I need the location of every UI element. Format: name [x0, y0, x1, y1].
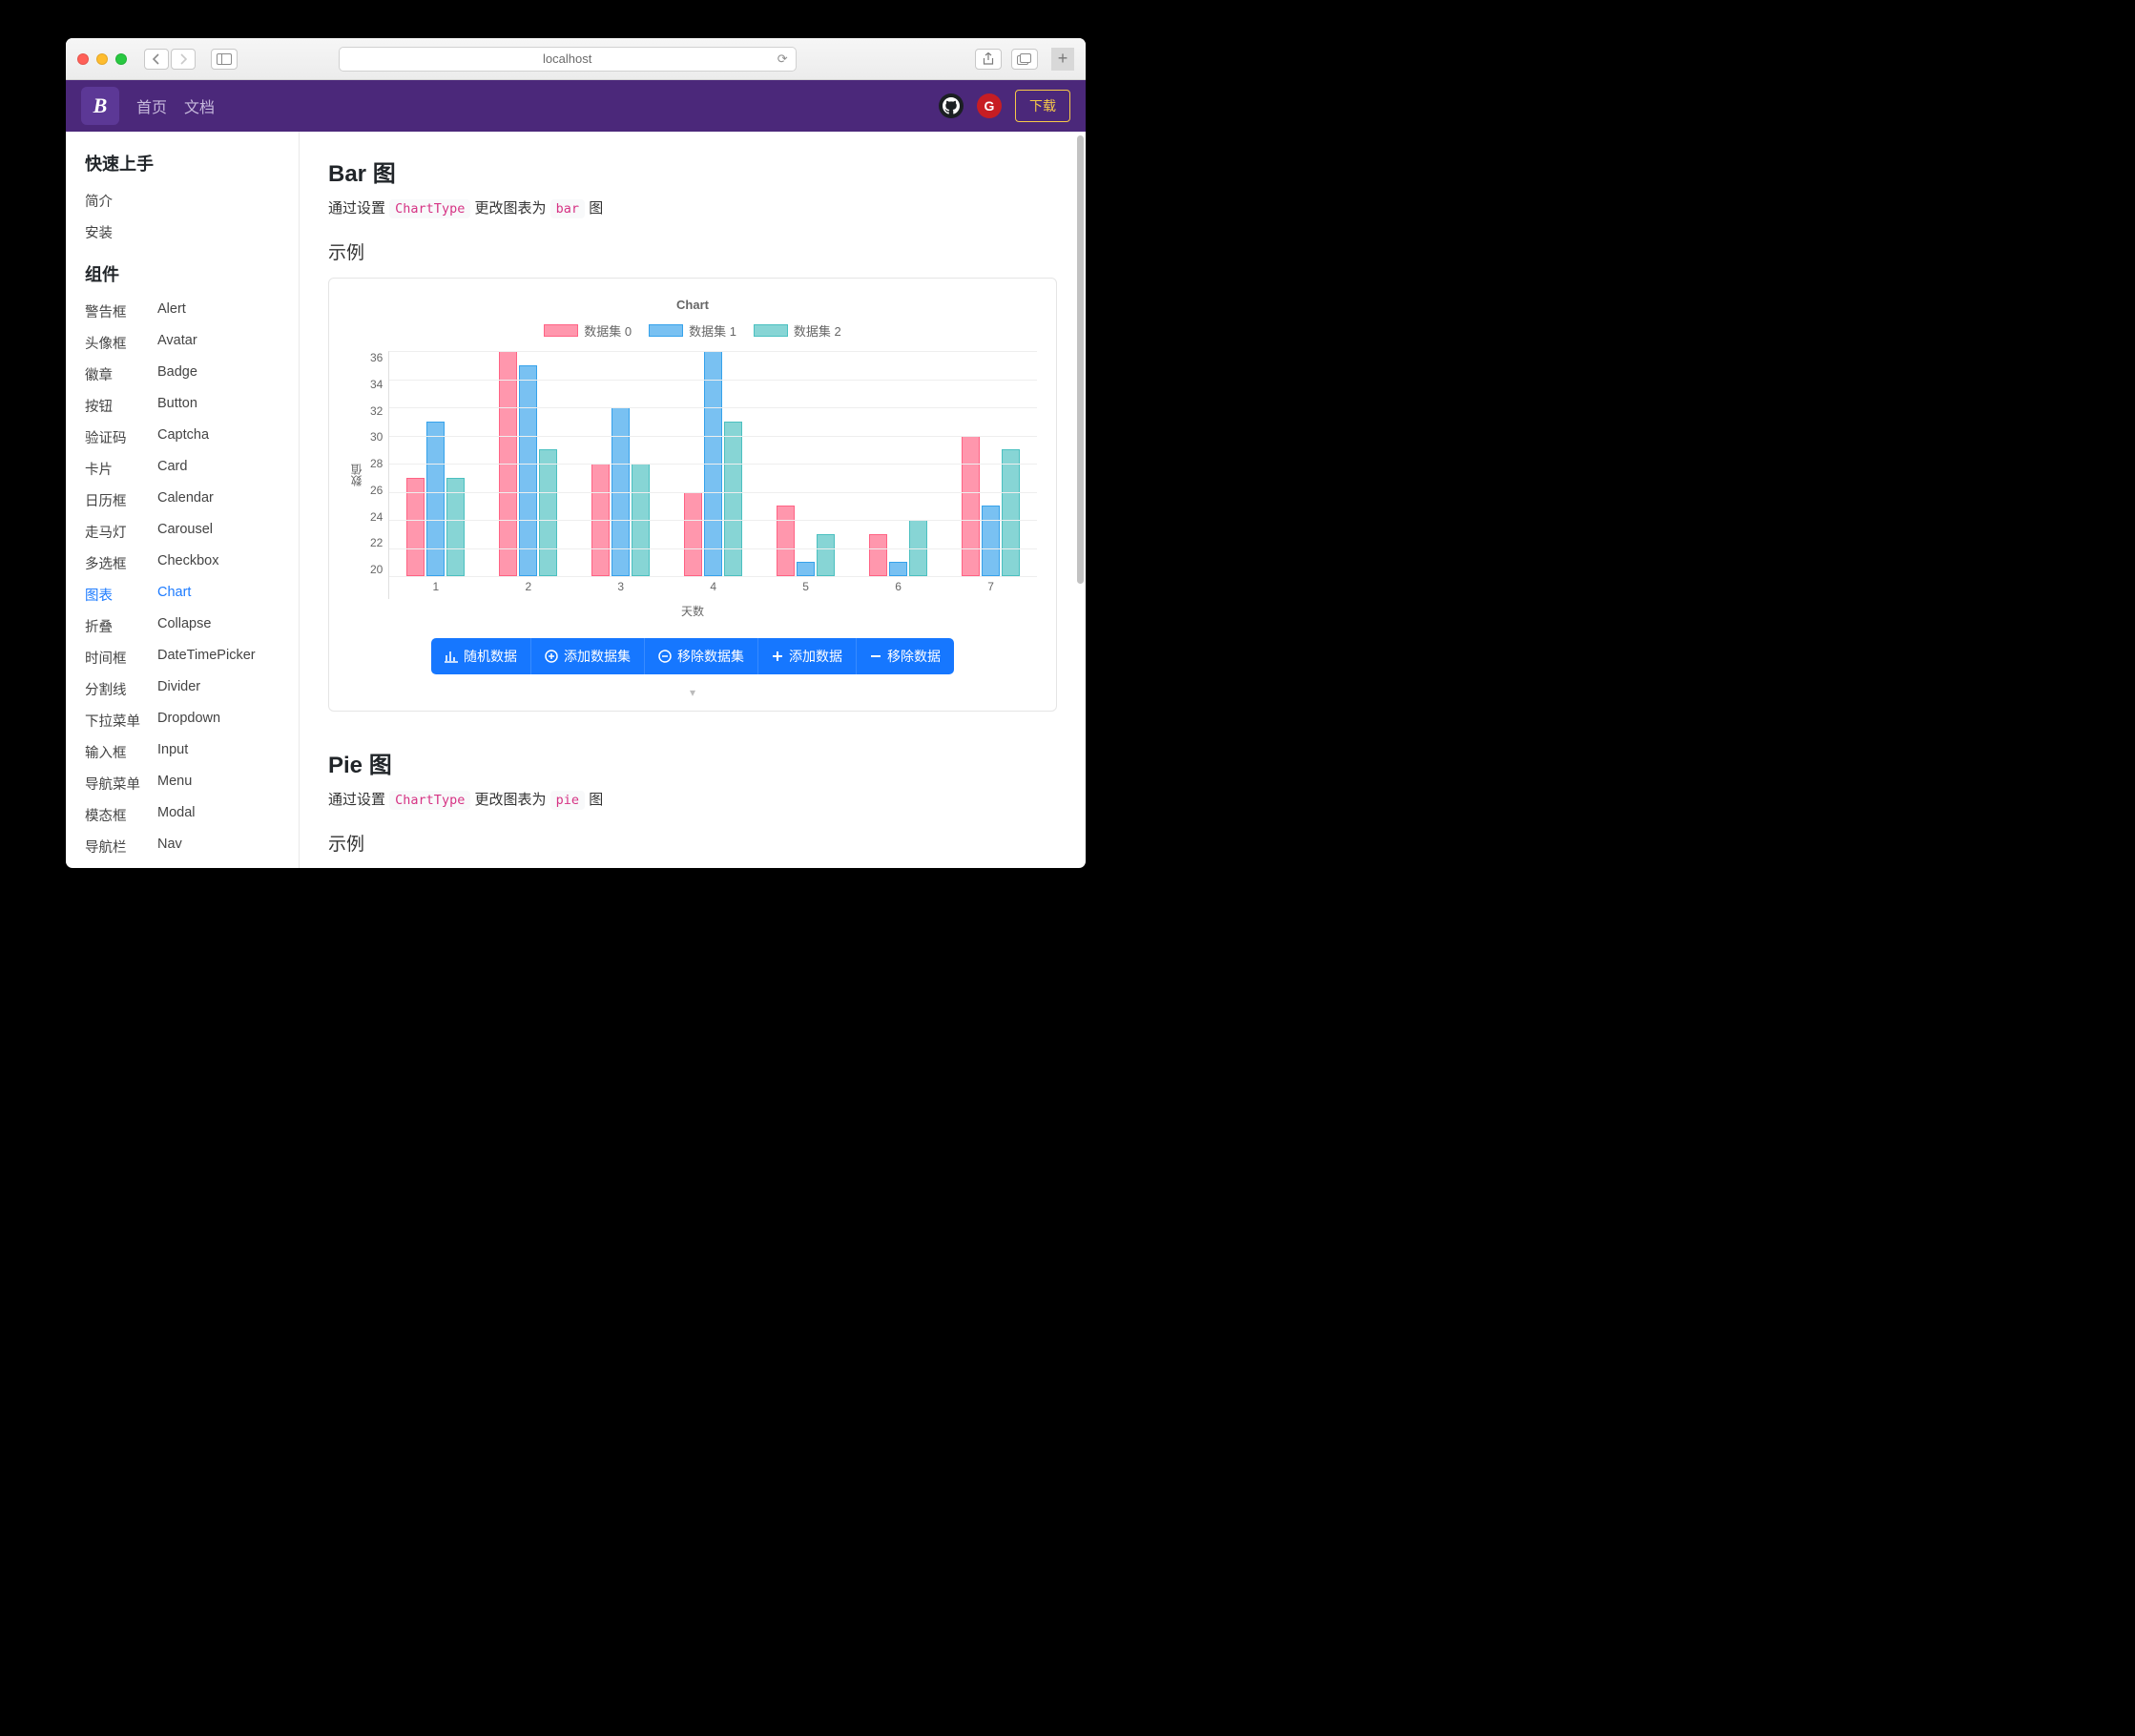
y-axis-ticks: 363432302826242220 — [370, 351, 388, 599]
sidebar-item-alert[interactable]: 警告框Alert — [85, 296, 299, 327]
bar-example-heading: 示例 — [328, 238, 1057, 264]
remove-data-button[interactable]: 移除数据 — [857, 638, 954, 674]
nav-docs[interactable]: 文档 — [184, 94, 215, 117]
sidebar-toggle-button[interactable] — [211, 49, 238, 70]
y-axis-label: 数值 — [348, 464, 364, 486]
address-text: localhost — [543, 52, 591, 66]
bar-数据集 1-2[interactable] — [519, 365, 537, 576]
sidebar-item-carousel[interactable]: 走马灯Carousel — [85, 516, 299, 548]
sidebar-item-chart[interactable]: 图表Chart — [85, 579, 299, 610]
sidebar-item-pagination[interactable]: 分页Pagination — [85, 862, 299, 868]
bar-数据集 0-7[interactable] — [962, 436, 980, 577]
x-axis: 1234567 — [389, 576, 1037, 599]
nav-home[interactable]: 首页 — [136, 94, 167, 117]
chart-button-group: 随机数据 添加数据集 移除数据集 — [431, 638, 954, 674]
bar-chart-icon — [445, 650, 458, 663]
legend-item-1[interactable]: 数据集 1 — [649, 321, 736, 340]
docs-sidebar[interactable]: 快速上手 简介 安装 组件 警告框Alert头像框Avatar徽章Badge按钮… — [66, 132, 300, 868]
sidebar-item-collapse[interactable]: 折叠Collapse — [85, 610, 299, 642]
sidebar-item-card[interactable]: 卡片Card — [85, 453, 299, 485]
refresh-icon[interactable]: ⟳ — [777, 52, 788, 67]
bar-数据集 1-6[interactable] — [889, 562, 907, 576]
pie-section-desc: 通过设置 ChartType 更改图表为 pie 图 — [328, 789, 1057, 809]
bar-数据集 2-7[interactable] — [1002, 449, 1020, 576]
sidebar-item-datetimepicker[interactable]: 时间框DateTimePicker — [85, 642, 299, 673]
bar-数据集 1-1[interactable] — [426, 422, 445, 576]
legend-item-2[interactable]: 数据集 2 — [754, 321, 841, 340]
bar-数据集 0-6[interactable] — [869, 534, 887, 576]
minus-icon — [870, 651, 881, 662]
bar-section-desc: 通过设置 ChartType 更改图表为 bar 图 — [328, 197, 1057, 217]
maximize-window-button[interactable] — [115, 53, 127, 65]
sidebar-heading-quickstart: 快速上手 — [85, 151, 299, 176]
bar-数据集 0-5[interactable] — [777, 506, 795, 576]
address-bar[interactable]: localhost ⟳ — [339, 47, 797, 72]
bar-数据集 2-4[interactable] — [724, 422, 742, 576]
chart-legend: 数据集 0 数据集 1 数据集 2 — [348, 321, 1037, 340]
sidebar-item-divider[interactable]: 分割线Divider — [85, 673, 299, 705]
bar-数据集 2-2[interactable] — [539, 449, 557, 576]
sidebar-heading-components: 组件 — [85, 261, 299, 286]
legend-item-0[interactable]: 数据集 0 — [544, 321, 632, 340]
expand-toggle[interactable]: ▾ — [348, 674, 1037, 701]
sidebar-item-intro[interactable]: 简介 — [85, 185, 299, 217]
sidebar-item-modal[interactable]: 模态框Modal — [85, 799, 299, 831]
gitee-link[interactable]: G — [977, 93, 1002, 118]
logo[interactable]: B — [81, 87, 119, 125]
sidebar-item-avatar[interactable]: 头像框Avatar — [85, 327, 299, 359]
new-tab-button[interactable]: + — [1051, 48, 1074, 71]
minus-circle-icon — [658, 650, 672, 663]
sidebar-item-install[interactable]: 安装 — [85, 217, 299, 248]
traffic-lights — [77, 53, 127, 65]
plus-icon — [772, 651, 783, 662]
forward-button[interactable] — [171, 49, 196, 70]
share-button[interactable] — [975, 49, 1002, 70]
sidebar-item-nav[interactable]: 导航栏Nav — [85, 831, 299, 862]
sidebar-item-dropdown[interactable]: 下拉菜单Dropdown — [85, 705, 299, 736]
tabs-button[interactable] — [1011, 49, 1038, 70]
sidebar-item-input[interactable]: 输入框Input — [85, 736, 299, 768]
bar-数据集 0-4[interactable] — [684, 492, 702, 577]
chart-card: Chart 数据集 0 数据集 1 数据集 2 数值 3634323028262… — [328, 278, 1057, 712]
code-charttype: ChartType — [389, 199, 470, 218]
remove-dataset-button[interactable]: 移除数据集 — [645, 638, 758, 674]
x-axis-label: 天数 — [348, 603, 1037, 619]
minimize-window-button[interactable] — [96, 53, 108, 65]
scrollbar-thumb[interactable] — [1077, 135, 1084, 584]
pie-example-heading: 示例 — [328, 830, 1057, 856]
plus-circle-icon — [545, 650, 558, 663]
close-window-button[interactable] — [77, 53, 89, 65]
titlebar: localhost ⟳ + — [66, 38, 1086, 80]
sidebar-item-captcha[interactable]: 验证码Captcha — [85, 422, 299, 453]
browser-window: localhost ⟳ + B 首页 文档 G — [66, 38, 1086, 868]
github-link[interactable] — [939, 93, 964, 118]
code-bar: bar — [550, 199, 585, 218]
sidebar-item-calendar[interactable]: 日历框Calendar — [85, 485, 299, 516]
sidebar-item-menu[interactable]: 导航菜单Menu — [85, 768, 299, 799]
chart-title: Chart — [348, 298, 1037, 312]
code-charttype-2: ChartType — [389, 791, 470, 810]
code-pie: pie — [550, 791, 585, 810]
add-data-button[interactable]: 添加数据 — [758, 638, 857, 674]
random-data-button[interactable]: 随机数据 — [431, 638, 531, 674]
pie-section-title: Pie 图 — [328, 746, 1057, 779]
main-content[interactable]: Bar 图 通过设置 ChartType 更改图表为 bar 图 示例 Char… — [300, 132, 1086, 868]
bar-数据集 1-7[interactable] — [982, 506, 1000, 576]
chart-plot: 1234567 — [388, 351, 1037, 599]
sidebar-item-badge[interactable]: 徽章Badge — [85, 359, 299, 390]
download-button[interactable]: 下载 — [1015, 90, 1070, 122]
app-navbar: B 首页 文档 G 下载 — [66, 80, 1086, 132]
back-button[interactable] — [144, 49, 169, 70]
bar-数据集 1-5[interactable] — [797, 562, 815, 576]
bar-数据集 2-5[interactable] — [817, 534, 835, 576]
bar-section-title: Bar 图 — [328, 155, 1057, 188]
add-dataset-button[interactable]: 添加数据集 — [531, 638, 645, 674]
sidebar-item-checkbox[interactable]: 多选框Checkbox — [85, 548, 299, 579]
sidebar-item-button[interactable]: 按钮Button — [85, 390, 299, 422]
